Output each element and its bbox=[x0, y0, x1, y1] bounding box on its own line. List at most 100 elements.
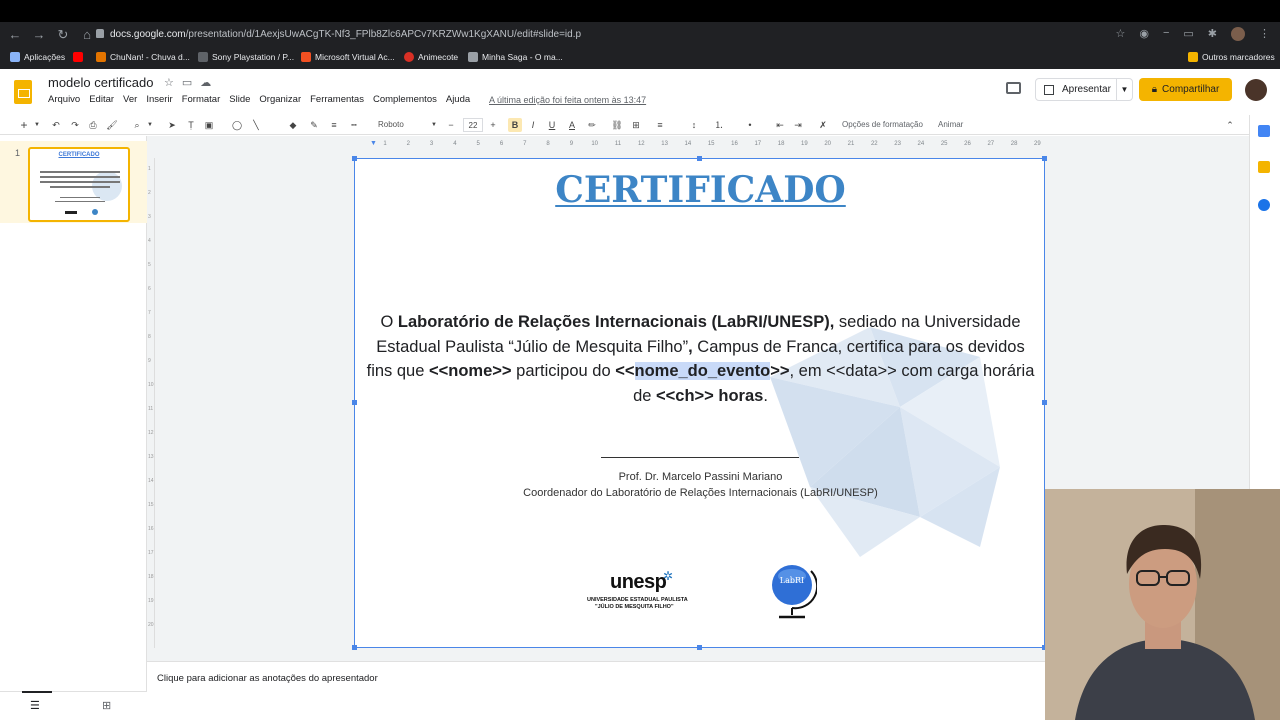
paint-format-icon[interactable]: 🖌︎ bbox=[106, 118, 118, 132]
underline-icon[interactable]: U bbox=[546, 118, 558, 132]
present-button[interactable]: Apresentar ▼ bbox=[1035, 78, 1133, 101]
last-edit-link[interactable]: A última edição foi feita ontem às 13:47 bbox=[489, 95, 646, 105]
fill-color-icon[interactable]: ◆ bbox=[287, 118, 299, 132]
menu-ver[interactable]: Ver bbox=[123, 94, 137, 105]
comment-history-icon[interactable] bbox=[1006, 82, 1021, 94]
indent-marker-icon[interactable]: ▼ bbox=[370, 140, 377, 147]
resize-handle[interactable] bbox=[1042, 156, 1047, 161]
italic-icon[interactable]: I bbox=[527, 118, 539, 132]
kebab-menu-icon[interactable]: ⋮ bbox=[1259, 27, 1270, 41]
bookmark-item[interactable]: Minha Saga - O ma... bbox=[468, 52, 563, 62]
document-title[interactable]: modelo certificado bbox=[48, 75, 154, 90]
cast-icon[interactable]: ▭ bbox=[1183, 27, 1193, 41]
highlight-icon[interactable]: ✏ bbox=[586, 118, 598, 132]
filmstrip-slide-selected[interactable]: 1 CERTIFICADO bbox=[0, 141, 147, 223]
line-spacing-icon[interactable]: ↕ bbox=[688, 118, 700, 132]
increase-indent-icon[interactable]: ⇥ bbox=[792, 118, 804, 132]
reload-icon[interactable]: ↻ bbox=[56, 27, 70, 43]
new-slide-dropdown-icon[interactable]: ▼ bbox=[33, 118, 41, 132]
labri-logo[interactable]: LabRI bbox=[771, 561, 817, 621]
animate-button[interactable]: Animar bbox=[938, 118, 963, 132]
undo-icon[interactable]: ↶ bbox=[50, 118, 62, 132]
puzzle-icon[interactable]: ✱ bbox=[1208, 27, 1217, 41]
print-icon[interactable]: ⎙ bbox=[87, 118, 99, 132]
align-icon[interactable]: ≡ bbox=[654, 118, 666, 132]
grid-view-icon[interactable]: ⊞ bbox=[102, 699, 111, 712]
bookmark-item[interactable]: Sony Playstation / P... bbox=[198, 52, 294, 62]
menu-formatar[interactable]: Formatar bbox=[182, 94, 221, 105]
resize-handle[interactable] bbox=[697, 645, 702, 650]
home-icon[interactable]: ⌂ bbox=[80, 27, 94, 43]
account-avatar[interactable] bbox=[1245, 79, 1267, 101]
bookmark-item[interactable]: Microsoft Virtual Ac... bbox=[301, 52, 395, 62]
bookmark-item[interactable] bbox=[73, 52, 83, 62]
star-icon[interactable]: ☆ bbox=[164, 76, 174, 89]
bulleted-list-icon[interactable]: • bbox=[744, 118, 756, 132]
bookmark-item[interactable]: Animecote bbox=[404, 52, 458, 62]
address-bar[interactable]: docs.google.com/presentation/d/1AexjsUwA… bbox=[96, 26, 1146, 44]
extension-icon[interactable]: ◉ bbox=[1139, 27, 1149, 41]
border-color-icon[interactable]: ✎ bbox=[308, 118, 320, 132]
forward-icon[interactable]: → bbox=[32, 27, 46, 43]
keep-icon[interactable] bbox=[1258, 161, 1270, 173]
back-icon[interactable]: ← bbox=[8, 27, 22, 43]
menu-inserir[interactable]: Inserir bbox=[146, 94, 172, 105]
certificate-body[interactable]: O Laboratório de Relações Internacionais… bbox=[365, 310, 1036, 409]
signer-role[interactable]: Coordenador do Laboratório de Relações I… bbox=[355, 487, 1044, 499]
other-bookmarks[interactable]: Outros marcadores bbox=[1188, 52, 1275, 62]
numbered-list-icon[interactable]: ⒈ bbox=[713, 118, 725, 132]
font-select[interactable]: Roboto bbox=[374, 118, 438, 132]
decrease-font-icon[interactable]: − bbox=[446, 118, 456, 132]
menu-slide[interactable]: Slide bbox=[229, 94, 250, 105]
redo-icon[interactable]: ↷ bbox=[69, 118, 81, 132]
move-folder-icon[interactable]: ▭ bbox=[182, 76, 192, 89]
menu-arquivo[interactable]: Arquivo bbox=[48, 94, 80, 105]
menu-ajuda[interactable]: Ajuda bbox=[446, 94, 470, 105]
zoom-icon[interactable]: ⌕ bbox=[131, 118, 143, 132]
border-weight-icon[interactable]: ≡ bbox=[328, 118, 340, 132]
profile-avatar[interactable] bbox=[1231, 27, 1245, 41]
select-icon[interactable]: ➤ bbox=[166, 118, 178, 132]
calendar-icon[interactable] bbox=[1258, 125, 1270, 137]
comment-add-icon[interactable]: ⊞ bbox=[630, 118, 642, 132]
slides-logo-icon[interactable] bbox=[14, 80, 32, 104]
collapse-toolbar-icon[interactable]: ⌃ bbox=[1224, 118, 1236, 132]
menu-organizar[interactable]: Organizar bbox=[259, 94, 301, 105]
increase-font-icon[interactable]: + bbox=[488, 118, 498, 132]
font-dropdown-icon[interactable]: ▼ bbox=[430, 118, 438, 132]
cloud-status-icon[interactable]: ☁ bbox=[200, 76, 211, 89]
shape-icon[interactable]: ◯ bbox=[231, 118, 243, 132]
bookmark-item[interactable]: ChuNan! - Chuva d... bbox=[96, 52, 190, 62]
border-dash-icon[interactable]: ┅ bbox=[348, 118, 360, 132]
menu-ferramentas[interactable]: Ferramentas bbox=[310, 94, 364, 105]
share-button[interactable]: 🔒︎ Compartilhar bbox=[1139, 78, 1232, 101]
certificate-title[interactable]: CERTIFICADO bbox=[355, 169, 1044, 211]
font-size-input[interactable]: 22 bbox=[463, 118, 483, 132]
menu-editar[interactable]: Editar bbox=[89, 94, 114, 105]
bookmark-item[interactable]: Aplicações bbox=[10, 52, 65, 62]
resize-handle[interactable] bbox=[352, 156, 357, 161]
bold-icon[interactable]: B bbox=[508, 118, 522, 132]
text-box-icon[interactable]: Ṭ bbox=[185, 118, 197, 132]
filmstrip-view-icon[interactable]: ☰ bbox=[30, 699, 40, 712]
minus-icon[interactable]: − bbox=[1163, 27, 1169, 41]
unesp-logo[interactable]: unesp ✲ UNIVERSIDADE ESTADUAL PAULISTA "… bbox=[583, 569, 703, 611]
decrease-indent-icon[interactable]: ⇤ bbox=[774, 118, 786, 132]
horizontal-ruler[interactable]: ▼ 1 2 3 4 5 6 7 8 9 10 11 12 13 14 15 16 17 18 19 20 21 22 23 24… bbox=[365, 138, 1045, 147]
text-color-icon[interactable]: A bbox=[566, 118, 578, 132]
link-icon[interactable]: ⛓ bbox=[611, 118, 623, 132]
signer-name[interactable]: Prof. Dr. Marcelo Passini Mariano bbox=[355, 471, 1044, 483]
new-slide-icon[interactable]: + bbox=[18, 118, 30, 132]
bookmark-star-icon[interactable]: ☆ bbox=[1115, 27, 1125, 41]
tasks-icon[interactable] bbox=[1258, 199, 1270, 211]
slide-canvas[interactable]: CERTIFICADO O Laboratório de Relações In… bbox=[354, 158, 1045, 648]
vertical-ruler[interactable]: 1 2 3 4 5 6 7 8 9 10 11 12 13 14 15 16 17 18 19 20 bbox=[147, 158, 155, 648]
resize-handle[interactable] bbox=[1042, 400, 1047, 405]
slide-thumbnail[interactable]: CERTIFICADO bbox=[28, 147, 130, 222]
resize-handle[interactable] bbox=[697, 156, 702, 161]
zoom-dropdown-icon[interactable]: ▼ bbox=[146, 118, 154, 132]
image-icon[interactable]: ▣ bbox=[203, 118, 215, 132]
present-dropdown-icon[interactable]: ▼ bbox=[1116, 79, 1132, 100]
menu-complementos[interactable]: Complementos bbox=[373, 94, 437, 105]
format-options-button[interactable]: Opções de formatação bbox=[842, 118, 923, 132]
